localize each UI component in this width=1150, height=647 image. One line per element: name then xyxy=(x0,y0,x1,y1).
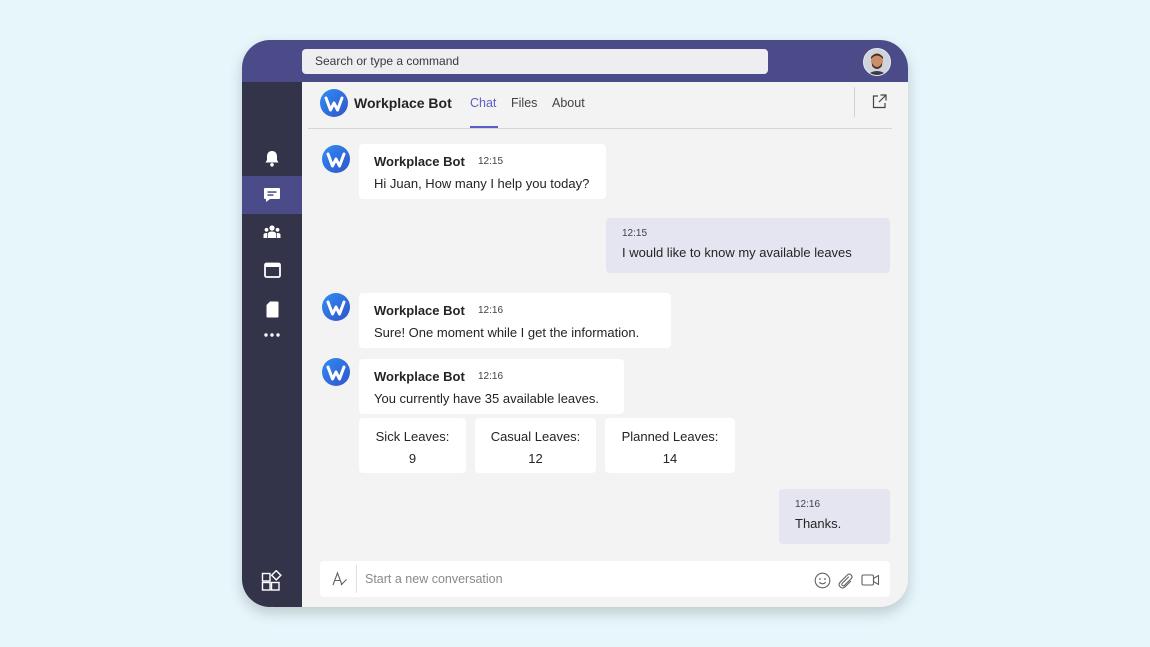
card-label: Planned Leaves: xyxy=(621,429,719,444)
card-label: Sick Leaves: xyxy=(375,429,450,444)
message-text: Hi Juan, How many I help you today? xyxy=(374,176,590,191)
app-rail xyxy=(242,82,302,607)
casual-leaves-card: Casual Leaves: 12 xyxy=(475,418,596,473)
message-time: 12:16 xyxy=(478,305,504,316)
bell-icon[interactable] xyxy=(242,139,302,177)
bot-message: Workplace Bot 12:16 You currently have 3… xyxy=(359,359,624,414)
video-call-icon[interactable] xyxy=(861,573,880,587)
help-icon[interactable] xyxy=(242,599,302,607)
workplace-bot-logo-icon xyxy=(320,89,348,117)
bot-name-title: Workplace Bot xyxy=(354,95,452,111)
message-text: Thanks. xyxy=(795,516,842,531)
calendar-icon[interactable] xyxy=(242,251,302,289)
bot-avatar-icon xyxy=(322,358,350,386)
chat-header: Workplace Bot Chat Files About xyxy=(302,82,908,128)
card-value: 9 xyxy=(408,451,417,466)
bot-message: Workplace Bot 12:16 Sure! One moment whi… xyxy=(359,293,671,348)
apps-icon[interactable] xyxy=(242,562,302,600)
format-icon[interactable] xyxy=(332,571,348,587)
card-label: Casual Leaves: xyxy=(490,429,581,444)
message-text: You currently have 35 available leaves. xyxy=(374,391,599,406)
tab-about[interactable]: About xyxy=(552,96,585,110)
title-bar: Search or type a command xyxy=(242,40,908,82)
teams-icon[interactable] xyxy=(242,213,302,251)
emoji-icon[interactable] xyxy=(814,572,831,589)
chat-icon[interactable] xyxy=(242,176,302,214)
bot-avatar-icon xyxy=(322,293,350,321)
message-time: 12:15 xyxy=(478,156,504,167)
header-divider xyxy=(854,87,855,117)
popout-icon[interactable] xyxy=(872,94,887,109)
sender-name: Workplace Bot xyxy=(374,154,465,169)
message-time: 12:16 xyxy=(478,371,504,382)
header-underline xyxy=(308,128,892,129)
message-text: I would like to know my available leaves xyxy=(622,245,852,260)
user-message: 12:16 Thanks. xyxy=(779,489,890,544)
teams-window: Search or type a command Workplace Bot C… xyxy=(242,40,908,607)
search-input[interactable]: Search or type a command xyxy=(302,49,768,74)
message-text: Sure! One moment while I get the informa… xyxy=(374,325,640,340)
attach-icon[interactable] xyxy=(837,572,854,589)
composer-divider xyxy=(356,565,357,593)
message-time: 12:16 xyxy=(795,499,821,510)
tab-files[interactable]: Files xyxy=(511,96,537,110)
bot-message: Workplace Bot 12:15 Hi Juan, How many I … xyxy=(359,144,606,199)
tab-chat[interactable]: Chat xyxy=(470,96,496,110)
card-value: 14 xyxy=(662,451,678,466)
user-message: 12:15 I would like to know my available … xyxy=(606,218,890,273)
message-time: 12:15 xyxy=(622,228,648,239)
compose-input[interactable]: Start a new conversation xyxy=(365,572,503,586)
sender-name: Workplace Bot xyxy=(374,369,465,384)
user-avatar[interactable] xyxy=(863,48,891,76)
sick-leaves-card: Sick Leaves: 9 xyxy=(359,418,466,473)
bot-avatar-icon xyxy=(322,145,350,173)
planned-leaves-card: Planned Leaves: 14 xyxy=(605,418,735,473)
more-icon[interactable] xyxy=(242,316,302,354)
message-composer[interactable]: Start a new conversation xyxy=(320,561,890,597)
card-value: 12 xyxy=(528,451,543,466)
sender-name: Workplace Bot xyxy=(374,303,465,318)
